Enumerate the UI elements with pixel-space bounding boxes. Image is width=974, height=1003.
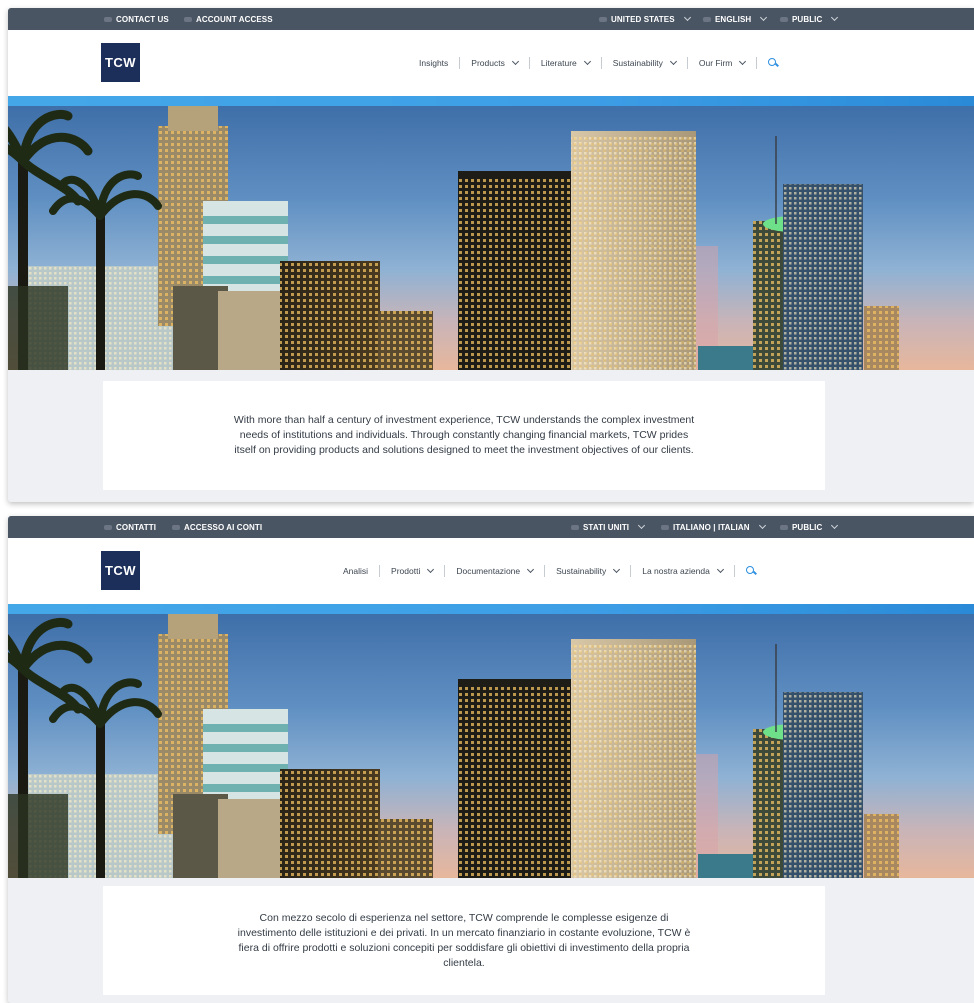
nav-item-la-nostra-azienda[interactable]: La nostra azienda	[642, 565, 724, 576]
italian-site-panel: CONTATTI ACCESSO AI CONTI STATI UNITI IT…	[8, 516, 974, 1003]
audience-selector[interactable]: PUBLIC	[780, 8, 839, 30]
account-access-link[interactable]: ACCOUNT ACCESS	[184, 8, 273, 30]
main-navigation: TCW Insights Products Literature Sustain…	[8, 30, 974, 96]
contact-us-link[interactable]: CONTATTI	[104, 516, 156, 538]
chevron-down-icon	[427, 565, 435, 574]
nav-item-insights[interactable]: Insights	[419, 58, 448, 68]
hero-image-los-angeles-skyline	[8, 106, 974, 370]
nav-menu: Analisi Prodotti Documentazione Sustaina…	[343, 538, 757, 604]
nav-label: Our Firm	[698, 58, 733, 68]
intro-card: With more than half a century of investm…	[103, 381, 825, 490]
chevron-down-icon	[831, 13, 839, 22]
chevron-down-icon	[831, 521, 839, 530]
nav-divider	[756, 57, 758, 69]
accent-stripe	[8, 96, 974, 106]
chevron-down-icon	[638, 521, 646, 530]
chevron-down-icon	[683, 13, 691, 22]
contact-us-link[interactable]: CONTACT US	[104, 8, 169, 30]
nav-divider	[600, 57, 602, 69]
bullet-icon	[599, 16, 607, 22]
nav-label: La nostra azienda	[642, 566, 710, 576]
chevron-down-icon	[527, 565, 535, 574]
bullet-icon	[104, 16, 112, 22]
contact-label: CONTATTI	[116, 522, 157, 532]
nav-label: Documentazione	[456, 566, 521, 576]
chevron-down-icon	[716, 565, 724, 574]
utility-bar: CONTACT US ACCOUNT ACCESS UNITED STATES …	[8, 8, 974, 30]
english-site-panel: CONTACT US ACCOUNT ACCESS UNITED STATES …	[8, 8, 974, 502]
bullet-icon	[661, 524, 669, 530]
nav-item-literature[interactable]: Literature	[540, 57, 591, 68]
chevron-down-icon	[613, 565, 621, 574]
bullet-icon	[571, 524, 579, 530]
chevron-down-icon	[758, 521, 766, 530]
nav-item-analisi[interactable]: Analisi	[343, 566, 368, 576]
skyline-illustration	[8, 106, 899, 370]
nav-item-our-firm[interactable]: Our Firm	[698, 57, 747, 68]
audience-label: PUBLIC	[792, 522, 823, 532]
bullet-icon	[172, 524, 180, 530]
nav-divider	[528, 57, 530, 69]
nav-divider	[686, 57, 688, 69]
language-selector[interactable]: ITALIANO | ITALIAN	[661, 516, 766, 538]
tcw-logo[interactable]: TCW	[101, 551, 140, 590]
accent-stripe	[8, 604, 974, 614]
contact-label: CONTACT US	[116, 14, 169, 24]
nav-item-products[interactable]: Products	[471, 57, 519, 68]
chevron-down-icon	[760, 13, 768, 22]
nav-divider	[459, 57, 461, 69]
region-selector[interactable]: UNITED STATES	[599, 8, 691, 30]
skyline-illustration	[8, 614, 899, 878]
hero-image-los-angeles-skyline	[8, 614, 974, 878]
nav-label: Sustainability	[556, 566, 607, 576]
chevron-down-icon	[739, 57, 747, 66]
audience-selector[interactable]: PUBLIC	[780, 516, 839, 538]
nav-label: Sustainability	[612, 58, 663, 68]
nav-divider	[733, 565, 735, 577]
chevron-down-icon	[669, 57, 677, 66]
account-label: ACCOUNT ACCESS	[196, 14, 273, 24]
nav-menu: Insights Products Literature Sustainabil…	[419, 30, 779, 96]
intro-card: Con mezzo secolo di esperienza nel setto…	[103, 886, 825, 995]
audience-label: PUBLIC	[792, 14, 823, 24]
chevron-down-icon	[511, 57, 519, 66]
nav-divider	[379, 565, 381, 577]
bullet-icon	[780, 524, 788, 530]
bullet-icon	[184, 16, 192, 22]
nav-item-prodotti[interactable]: Prodotti	[391, 565, 435, 576]
nav-label: Prodotti	[391, 566, 421, 576]
nav-label: Products	[471, 58, 505, 68]
nav-item-sustainability[interactable]: Sustainability	[612, 57, 677, 68]
region-selector[interactable]: STATI UNITI	[571, 516, 646, 538]
intro-text: Con mezzo secolo di esperienza nel setto…	[237, 911, 691, 969]
nav-label: Literature	[540, 58, 577, 68]
main-navigation: TCW Analisi Prodotti Documentazione Sust…	[8, 538, 974, 604]
region-label: UNITED STATES	[611, 14, 675, 24]
chevron-down-icon	[583, 57, 591, 66]
bullet-icon	[703, 16, 711, 22]
nav-divider	[444, 565, 446, 577]
region-label: STATI UNITI	[583, 522, 630, 532]
nav-divider	[630, 565, 632, 577]
account-label: ACCESSO AI CONTI	[184, 522, 263, 532]
search-icon[interactable]	[745, 565, 757, 577]
language-label: ITALIANO | ITALIAN	[673, 522, 750, 532]
nav-item-documentazione[interactable]: Documentazione	[456, 565, 535, 576]
account-access-link[interactable]: ACCESSO AI CONTI	[172, 516, 262, 538]
bullet-icon	[780, 16, 788, 22]
intro-text: With more than half a century of investm…	[233, 414, 695, 456]
tcw-logo[interactable]: TCW	[101, 43, 140, 82]
bullet-icon	[104, 524, 112, 530]
nav-item-sustainability[interactable]: Sustainability	[556, 565, 621, 576]
language-label: ENGLISH	[715, 14, 752, 24]
search-icon[interactable]	[768, 57, 779, 69]
utility-bar: CONTATTI ACCESSO AI CONTI STATI UNITI IT…	[8, 516, 974, 538]
language-selector[interactable]: ENGLISH	[703, 8, 768, 30]
nav-divider	[544, 565, 546, 577]
